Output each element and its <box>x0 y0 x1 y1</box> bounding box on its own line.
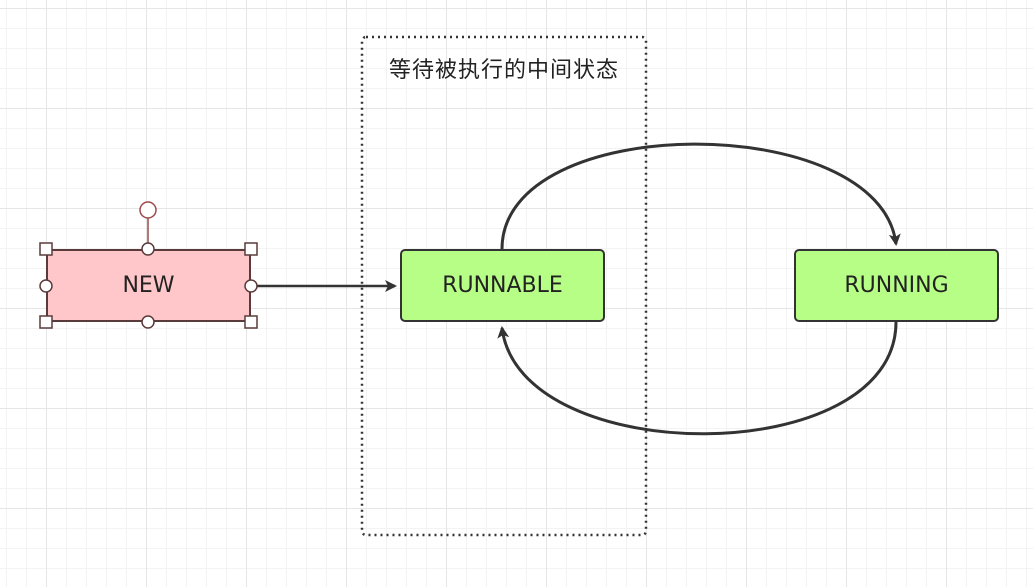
diagram-canvas[interactable]: 等待被执行的中间状态 NEW RUNNABLE RUNNING <box>0 0 1033 587</box>
node-runnable[interactable]: RUNNABLE <box>400 249 605 322</box>
edge-runnable-to-running[interactable] <box>500 142 901 250</box>
edge-running-to-runnable[interactable] <box>497 321 898 436</box>
node-running[interactable]: RUNNING <box>794 249 999 322</box>
group-label: 等待被执行的中间状态 <box>388 58 619 83</box>
rotate-handle[interactable] <box>139 201 157 219</box>
node-new[interactable]: NEW <box>46 249 251 322</box>
